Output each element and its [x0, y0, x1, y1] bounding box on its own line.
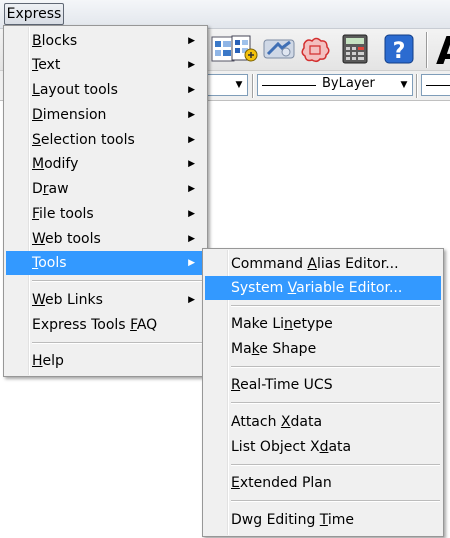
menu-item-selection-tools[interactable]: Selection tools ▶	[6, 128, 205, 152]
express-menu-tab[interactable]: Express	[4, 3, 64, 25]
submenu-arrow-icon: ▶	[188, 159, 195, 169]
menu-item-command-alias-editor[interactable]: Command Alias Editor...	[205, 252, 441, 276]
menu-item-dwg-editing-time[interactable]: Dwg Editing Time	[205, 508, 441, 532]
revcloud-icon[interactable]	[298, 32, 332, 66]
menu-item-express-tools-faq[interactable]: Express Tools FAQ	[6, 313, 205, 337]
menu-item-extended-plan[interactable]: Extended Plan	[205, 471, 441, 495]
color-combo[interactable]: ▼	[206, 74, 248, 96]
menu-item-make-shape[interactable]: Make Shape	[205, 337, 441, 361]
menu-separator	[32, 280, 204, 282]
menu-separator	[231, 305, 440, 307]
submenu-arrow-icon: ▶	[188, 234, 195, 244]
submenu-arrow-icon: ▶	[188, 258, 195, 268]
menu-separator	[32, 342, 204, 344]
submenu-arrow-icon: ▶	[188, 60, 195, 70]
menu-separator	[231, 500, 440, 502]
menu-item-list-object-xdata[interactable]: List Object Xdata	[205, 435, 441, 459]
hyperlink-icon[interactable]	[226, 32, 260, 66]
menu-item-text[interactable]: Text ▶	[6, 53, 205, 77]
chevron-down-icon: ▼	[400, 80, 408, 90]
propbar-separator	[252, 74, 254, 98]
menu-item-real-time-ucs[interactable]: Real-Time UCS	[205, 373, 441, 397]
submenu-arrow-icon: ▶	[188, 184, 195, 194]
svg-text:?: ?	[393, 39, 406, 64]
submenu-arrow-icon: ▶	[188, 135, 195, 145]
menu-item-dimension[interactable]: Dimension ▶	[6, 103, 205, 127]
express-menu: Blocks ▶ Text ▶ Layout tools ▶ Dimension…	[3, 25, 208, 377]
submenu-arrow-icon: ▶	[188, 36, 195, 46]
menu-item-web-links[interactable]: Web Links ▶	[6, 288, 205, 312]
submenu-arrow-icon: ▶	[188, 209, 195, 219]
linetype-preview	[262, 85, 316, 86]
propbar-separator	[416, 74, 418, 98]
menu-item-make-linetype[interactable]: Make Linetype	[205, 312, 441, 336]
break-icon[interactable]	[262, 32, 296, 66]
lineweight-combo[interactable]	[421, 74, 450, 96]
menu-item-file-tools[interactable]: File tools ▶	[6, 202, 205, 226]
menu-item-web-tools[interactable]: Web tools ▶	[6, 227, 205, 251]
help-icon[interactable]: ?	[382, 32, 416, 66]
toolbar-separator	[426, 32, 428, 68]
linetype-value: ByLayer	[322, 76, 375, 91]
submenu-arrow-icon: ▶	[188, 295, 195, 305]
menu-separator	[231, 464, 440, 466]
tools-submenu: Command Alias Editor... System Variable …	[202, 248, 444, 537]
menu-item-help[interactable]: Help	[6, 349, 205, 373]
menu-item-modify[interactable]: Modify ▶	[6, 152, 205, 176]
submenu-arrow-icon: ▶	[188, 85, 195, 95]
menu-item-draw[interactable]: Draw ▶	[6, 177, 205, 201]
menu-separator	[231, 402, 440, 404]
submenu-arrow-icon: ▶	[188, 110, 195, 120]
menu-item-blocks[interactable]: Blocks ▶	[6, 29, 205, 53]
linetype-combo[interactable]: ByLayer ▼	[257, 74, 413, 96]
menu-item-attach-xdata[interactable]: Attach Xdata	[205, 410, 441, 434]
text-style-icon[interactable]: A	[436, 29, 450, 73]
lineweight-preview	[426, 85, 450, 86]
menu-separator	[231, 366, 440, 368]
menu-item-system-variable-editor[interactable]: System Variable Editor...	[205, 276, 441, 300]
calculator-icon[interactable]	[338, 32, 372, 66]
menu-item-layout-tools[interactable]: Layout tools ▶	[6, 78, 205, 102]
chevron-down-icon: ▼	[235, 80, 243, 90]
menu-item-tools[interactable]: Tools ▶	[6, 251, 205, 275]
